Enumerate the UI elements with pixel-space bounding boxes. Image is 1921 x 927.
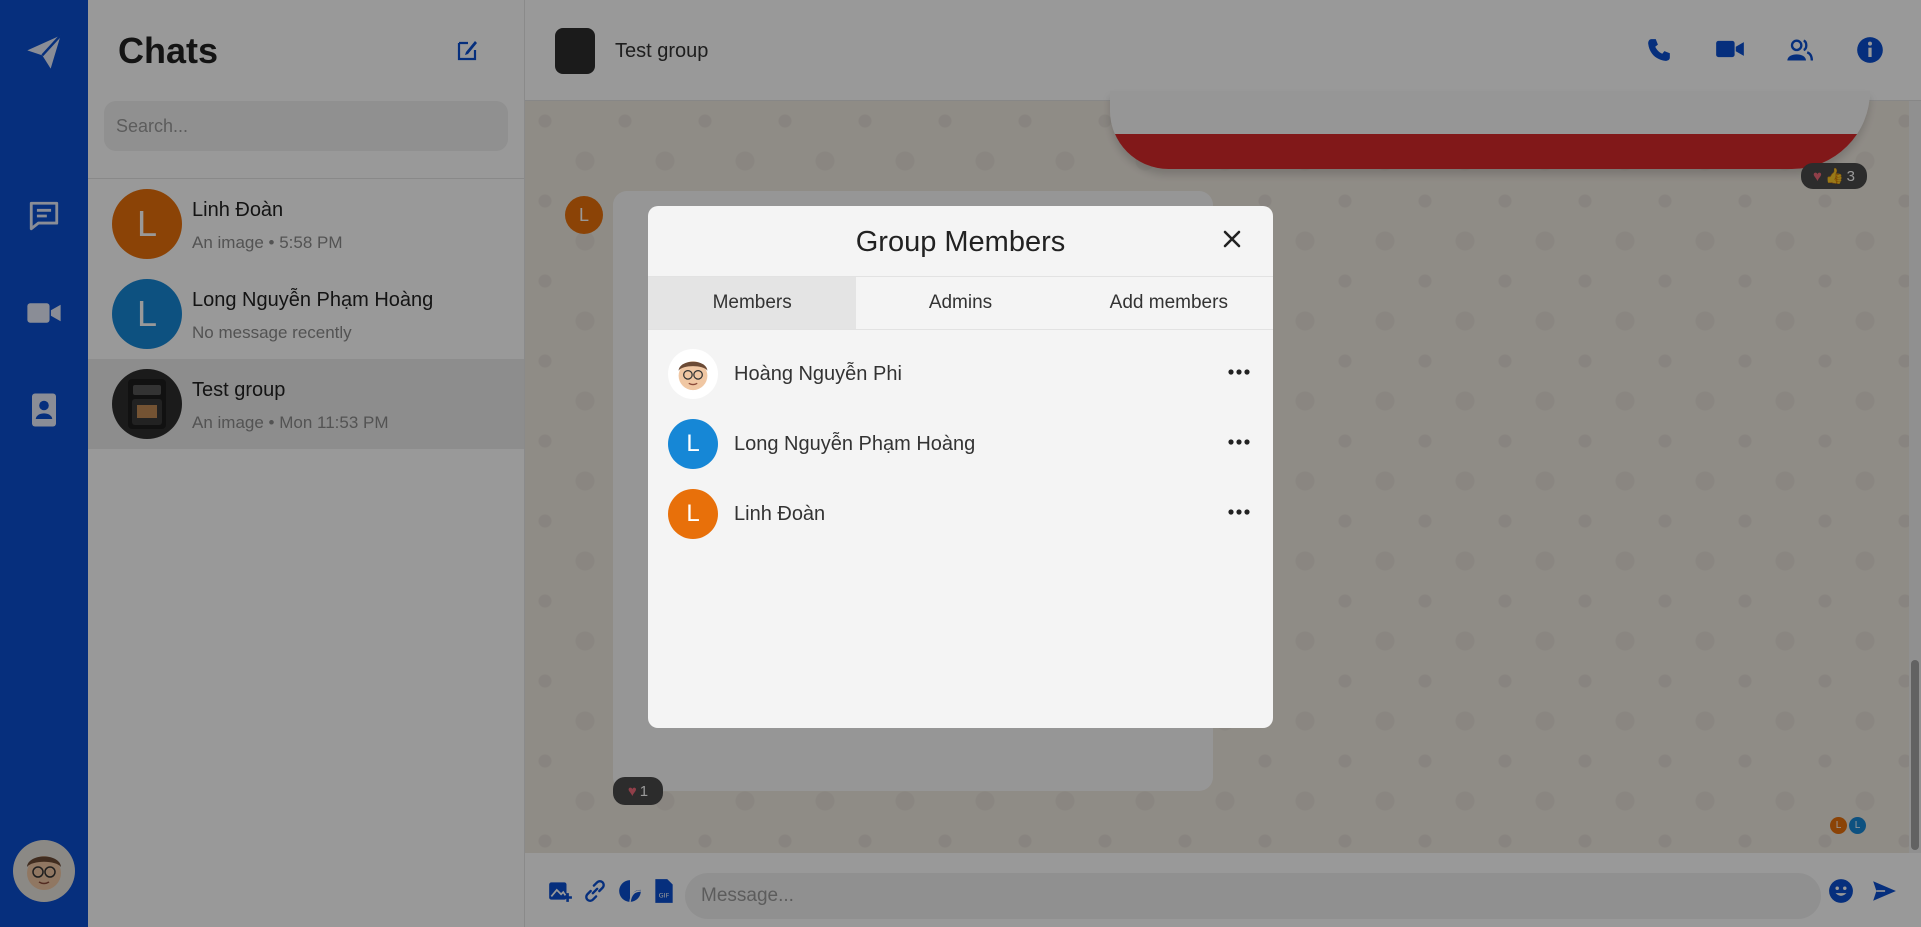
tab-admins[interactable]: Admins xyxy=(856,277,1064,329)
member-row[interactable]: L Linh Đoàn xyxy=(668,489,1258,539)
tab-members[interactable]: Members xyxy=(648,277,857,329)
member-name: Long Nguyễn Phạm Hoàng xyxy=(734,433,976,455)
close-button[interactable] xyxy=(1223,230,1241,253)
member-name: Hoàng Nguyễn Phi xyxy=(734,363,902,385)
member-options-button[interactable] xyxy=(1228,503,1250,521)
member-row[interactable]: Hoàng Nguyễn Phi xyxy=(668,349,1258,399)
dialog-tabs: Members Admins Add members xyxy=(648,276,1273,330)
member-options-button[interactable] xyxy=(1228,433,1250,451)
close-icon xyxy=(1223,230,1241,248)
more-options-icon xyxy=(1228,369,1250,375)
group-members-dialog: Group Members Members Admins Add members… xyxy=(648,206,1273,728)
avatar: L xyxy=(668,419,718,469)
memoji-avatar-icon xyxy=(678,361,708,391)
avatar xyxy=(668,349,718,399)
avatar: L xyxy=(668,489,718,539)
member-name: Linh Đoàn xyxy=(734,503,826,525)
tab-add-members[interactable]: Add members xyxy=(1065,277,1273,329)
dialog-title: Group Members xyxy=(855,226,1066,258)
more-options-icon xyxy=(1228,509,1250,515)
member-options-button[interactable] xyxy=(1228,363,1250,381)
more-options-icon xyxy=(1228,439,1250,445)
member-row[interactable]: L Long Nguyễn Phạm Hoàng xyxy=(668,419,1258,469)
